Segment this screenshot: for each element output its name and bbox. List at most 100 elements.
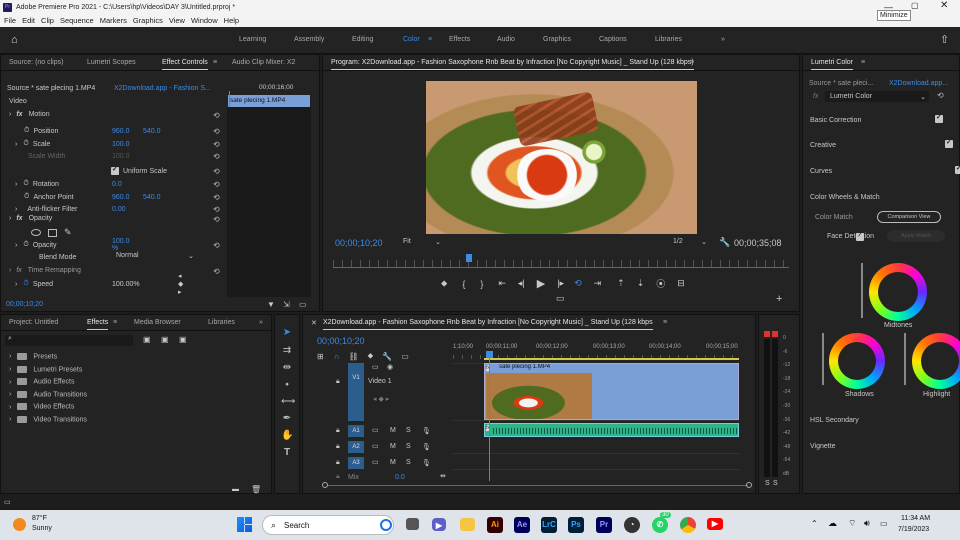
file-explorer-icon[interactable] xyxy=(460,518,475,531)
photoshop-icon[interactable]: Ps xyxy=(568,517,584,533)
expand-chevron-icon[interactable]: › xyxy=(9,111,11,118)
nest-icon[interactable]: ⊞ xyxy=(317,352,324,361)
video-clip[interactable]: fx sate plecing 1.MP4 xyxy=(484,363,739,420)
loop-icon[interactable]: ⟲ xyxy=(574,278,582,289)
reset-icon[interactable]: ⟲ xyxy=(937,91,944,100)
effects-folder-video-transitions[interactable]: › Video Transitions xyxy=(9,416,87,423)
menu-help[interactable]: Help xyxy=(224,16,239,25)
effects-folder-lumetri-presets[interactable]: › Lumetri Presets xyxy=(9,365,82,373)
timeline-playhead[interactable] xyxy=(489,351,490,481)
illustrator-icon[interactable]: Ai xyxy=(487,517,503,533)
v1-source-patch[interactable]: V1 xyxy=(348,363,364,421)
v1-sync-icon[interactable]: ▭ xyxy=(372,363,379,371)
stopwatch-icon[interactable]: ⏱ xyxy=(24,127,29,135)
a2-source-patch[interactable]: A2 xyxy=(348,441,364,453)
chrome-icon[interactable] xyxy=(680,517,696,533)
accelerated-effects-icon[interactable]: ▣ xyxy=(143,335,151,344)
reset-icon[interactable]: ⟲ xyxy=(213,180,220,189)
stopwatch-icon[interactable]: ⏱ xyxy=(23,280,28,288)
tab-libraries[interactable]: Libraries xyxy=(208,319,235,326)
expand-chevron-icon[interactable]: › xyxy=(15,181,17,188)
weather-desc[interactable]: Sunny xyxy=(32,525,52,532)
audio-clip-a1[interactable]: fx xyxy=(484,423,739,437)
sequence-tab[interactable]: X2Download.app - Fashion Saxophone Rnb B… xyxy=(323,319,653,330)
battery-icon[interactable]: ▭ xyxy=(880,519,888,528)
lift-icon[interactable]: ⇡ xyxy=(617,278,625,289)
workspace-learning[interactable]: Learning xyxy=(239,36,266,43)
uniform-scale-checkbox[interactable] xyxy=(111,165,119,175)
a1-sync-icon[interactable]: ▭ xyxy=(372,426,379,434)
solo-left-button[interactable]: S xyxy=(765,480,770,487)
davinci-resolve-icon[interactable]: ◔ xyxy=(624,517,640,533)
workspace-graphics[interactable]: Graphics xyxy=(543,36,571,43)
playhead-marker-icon[interactable] xyxy=(466,254,472,262)
section-vignette[interactable]: Vignette xyxy=(810,443,836,450)
workspace-libraries[interactable]: Libraries xyxy=(655,36,682,43)
menu-window[interactable]: Window xyxy=(191,16,218,25)
workspace-assembly[interactable]: Assembly xyxy=(294,36,324,43)
camera-icon[interactable]: ⦿ xyxy=(656,277,665,290)
go-to-in-icon[interactable]: ⇤ xyxy=(498,278,506,289)
expand-chevron-icon[interactable]: › xyxy=(9,215,11,222)
status-info-icon[interactable]: ▭ xyxy=(4,498,11,506)
lightroom-classic-icon[interactable]: LrC xyxy=(541,517,557,533)
track-select-tool-icon[interactable]: ⇉ xyxy=(281,345,293,357)
workspace-editing[interactable]: Editing xyxy=(352,36,373,43)
reset-icon[interactable]: ⟲ xyxy=(213,127,220,136)
ec-param-value-1[interactable]: 0.00 xyxy=(112,206,126,213)
menu-view[interactable]: View xyxy=(169,16,185,25)
a3-lock-icon[interactable]: 🔒︎ xyxy=(336,459,340,467)
tab-source[interactable]: Source: (no clips) xyxy=(9,59,63,66)
expand-chevron-icon[interactable]: › xyxy=(9,379,11,386)
source-clip-label[interactable]: Source * sate plecing 1.MP4 xyxy=(7,85,95,92)
effects-folder-presets[interactable]: › Presets xyxy=(9,353,57,360)
expand-chevron-icon[interactable]: › xyxy=(9,416,11,423)
menu-markers[interactable]: Markers xyxy=(100,16,127,25)
weather-icon[interactable] xyxy=(13,518,26,531)
panel-menu-icon[interactable]: ≡ xyxy=(113,319,117,326)
shadows-color-wheel[interactable] xyxy=(829,333,885,389)
onedrive-icon[interactable]: ☁ xyxy=(828,518,837,529)
razor-tool-icon[interactable]: ⬩ xyxy=(281,379,293,391)
tab-lumetri-scopes[interactable]: Lumetri Scopes xyxy=(87,59,136,66)
volume-icon[interactable]: 🔊︎ xyxy=(864,518,870,529)
stopwatch-icon[interactable]: ⏱ xyxy=(23,180,28,188)
task-view-icon[interactable] xyxy=(406,518,419,530)
teams-icon[interactable]: ▶ xyxy=(432,518,446,531)
tab-media-browser[interactable]: Media Browser xyxy=(134,319,181,326)
section-basic-correction[interactable]: Basic Correction xyxy=(810,117,861,124)
ellipse-mask-icon[interactable] xyxy=(31,229,41,236)
tab-audio-clip-mixer[interactable]: Audio Clip Mixer: X2 xyxy=(232,59,295,66)
mix-value[interactable]: 0.0 xyxy=(395,474,405,481)
program-scrub-bar[interactable] xyxy=(333,260,789,268)
ec-param-value-1[interactable]: 960.0 xyxy=(112,194,130,201)
panel-menu-icon[interactable]: ≡ xyxy=(861,59,865,66)
basic-correction-checkbox[interactable] xyxy=(935,113,943,123)
mark-in-icon[interactable]: { xyxy=(462,279,465,289)
v1-eye-icon[interactable]: ◉ xyxy=(387,363,393,371)
expand-chevron-icon[interactable]: › xyxy=(15,141,17,148)
wrench-icon[interactable]: 🔧 xyxy=(719,237,730,248)
expand-chevron-icon[interactable]: › xyxy=(9,267,11,274)
a3-sync-icon[interactable]: ▭ xyxy=(372,458,379,466)
fit-select[interactable]: Fit ⌄ xyxy=(403,238,441,246)
reset-icon[interactable]: ⟲ xyxy=(213,167,220,176)
close-sequence-icon[interactable]: ✕ xyxy=(311,319,317,327)
workspace-menu-icon[interactable]: ≡ xyxy=(428,36,432,43)
more-workspaces-icon[interactable]: » xyxy=(721,36,725,43)
reset-icon[interactable]: ⟲ xyxy=(213,152,220,161)
timeline-settings-icon[interactable]: 🔧 xyxy=(382,352,392,361)
lumetri-effect-select[interactable]: Lumetri Color ⌄ xyxy=(825,91,929,102)
ec-param-value-1[interactable]: 960.0 xyxy=(112,128,130,135)
workspace-color[interactable]: Color xyxy=(403,36,420,43)
delete-icon[interactable]: 🗑 xyxy=(251,485,261,494)
apply-match-button[interactable]: Apply Match xyxy=(887,230,945,242)
reset-icon[interactable]: ⟲ xyxy=(213,140,220,149)
lumetri-sequence[interactable]: X2Download.app... xyxy=(889,80,948,87)
ec-param-value-2[interactable]: 540.0 xyxy=(143,128,161,135)
a2-lock-icon[interactable]: 🔒︎ xyxy=(336,443,340,451)
scroll-handle-right[interactable] xyxy=(746,482,752,488)
share-icon[interactable]: ⇧ xyxy=(940,33,949,46)
marker-icon[interactable]: ⬥ xyxy=(441,278,447,289)
highlights-color-wheel[interactable] xyxy=(912,333,960,389)
